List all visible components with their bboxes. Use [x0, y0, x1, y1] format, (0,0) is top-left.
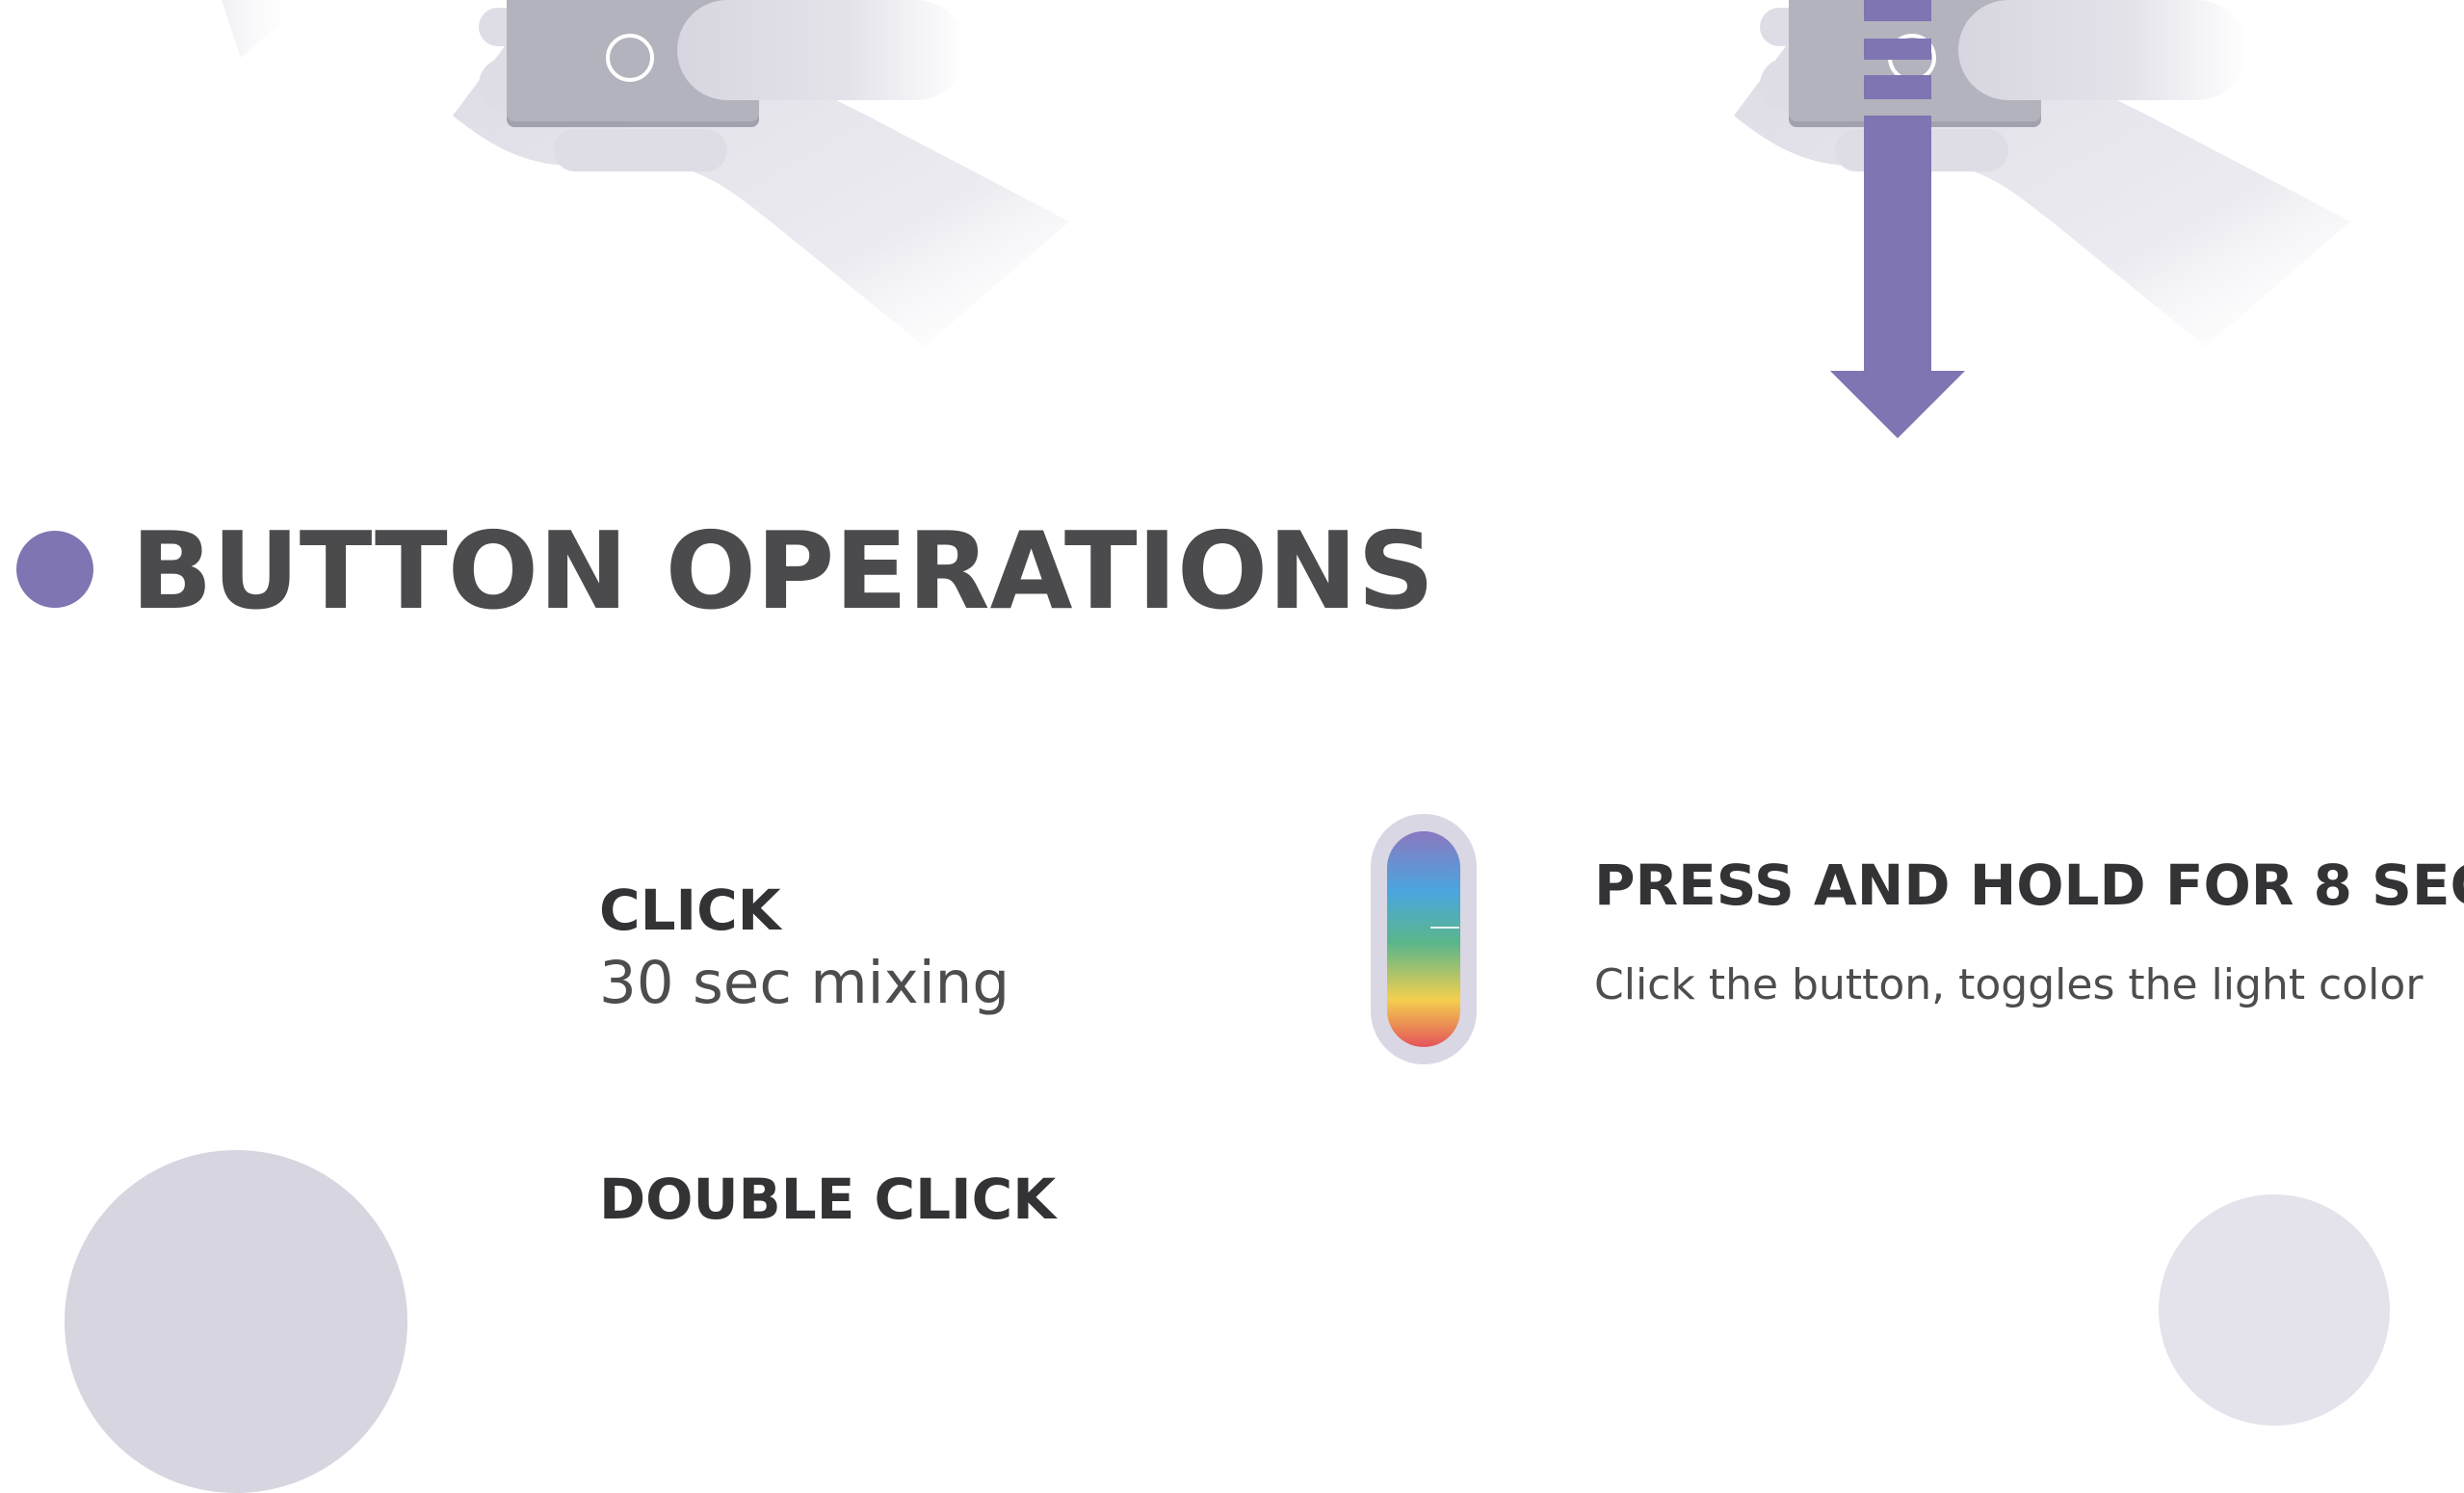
light-gradient-icon [1387, 831, 1460, 1047]
section-title: BUTTON OPERATIONS [131, 510, 1435, 634]
hand-holding-device-illustration [0, 0, 1079, 347]
hand-press-hold-illustration [1281, 0, 2464, 453]
thumb-icon [677, 0, 966, 100]
finger-icon [554, 129, 727, 171]
rainbow-light-indicator-icon [1371, 814, 1477, 1064]
press-hold-title: PRESS AND HOLD FOR 8 SEC [1594, 852, 2464, 918]
press-hold-description: Click the button, toggles the light colo… [1594, 960, 2424, 1009]
down-arrow-icon [1830, 0, 1965, 438]
decorative-circle-icon [65, 1150, 407, 1493]
indicator-tick-icon [1430, 927, 1459, 929]
device-button-icon [606, 34, 654, 82]
thumb-icon [1958, 0, 2247, 100]
click-description: 30 sec mixing [599, 949, 1010, 1017]
double-click-title: DOUBLE CLICK [599, 1166, 1057, 1232]
decorative-circle-icon [2159, 1194, 2390, 1426]
click-title: CLICK [599, 877, 781, 943]
section-bullet-icon [16, 531, 93, 608]
